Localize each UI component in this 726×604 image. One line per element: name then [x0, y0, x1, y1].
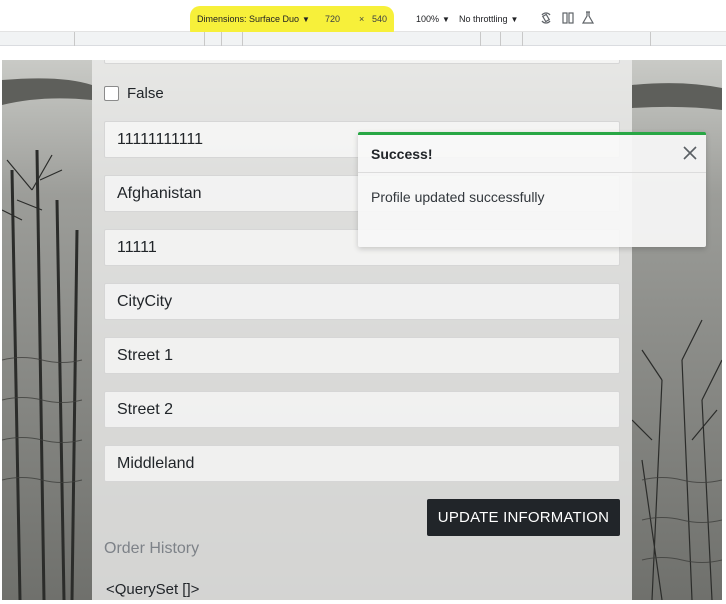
order-history-heading: Order History — [104, 540, 200, 557]
dimensions-dropdown[interactable]: Dimensions: Surface Duo ▼ — [197, 14, 310, 24]
update-information-button[interactable]: UPDATE INFORMATION — [427, 499, 620, 536]
media-query-ruler — [0, 32, 726, 46]
city-field[interactable]: CityCity — [104, 283, 620, 320]
checkbox[interactable] — [104, 85, 119, 101]
street2-field[interactable]: Street 2 — [104, 391, 620, 428]
rotate-icon[interactable] — [539, 11, 553, 25]
close-icon[interactable] — [680, 143, 700, 163]
toast-message: Profile updated successfully — [371, 189, 545, 205]
street1-field[interactable]: Street 1 — [104, 337, 620, 374]
dimensions-label: Dimensions: Surface Duo — [197, 14, 300, 24]
device-viewport: False 11111111111 Afghanistan 11111 City… — [2, 60, 722, 600]
checkbox-label: False — [127, 84, 164, 102]
zoom-label: 100% — [416, 14, 440, 24]
toast-title: Success! — [371, 146, 433, 162]
order-history-content: <QuerySet []> — [106, 581, 200, 598]
chevron-down-icon: ▼ — [510, 15, 519, 24]
region-field[interactable]: Middleland — [104, 445, 620, 482]
toast-header: Success! — [358, 135, 706, 173]
dual-screen-icon[interactable] — [561, 11, 575, 25]
checkbox-row[interactable]: False — [104, 84, 164, 102]
success-toast: Success! Profile updated successfully — [358, 132, 706, 247]
height-input[interactable]: 540 — [372, 14, 387, 24]
chevron-down-icon: ▼ — [302, 15, 310, 24]
zoom-dropdown[interactable]: 100% ▼ — [416, 14, 450, 24]
chevron-down-icon: ▼ — [442, 15, 450, 24]
experiment-icon[interactable] — [581, 11, 595, 25]
devtools-device-toolbar: Dimensions: Surface Duo ▼ 720 × 540 100% ▼… — [0, 0, 726, 40]
throttling-label: No throttling — [459, 14, 508, 24]
times-sign: × — [359, 14, 365, 24]
partial-field[interactable] — [104, 60, 620, 64]
width-input[interactable]: 720 — [325, 14, 340, 24]
throttling-dropdown[interactable]: No throttling ▼ — [459, 14, 518, 24]
